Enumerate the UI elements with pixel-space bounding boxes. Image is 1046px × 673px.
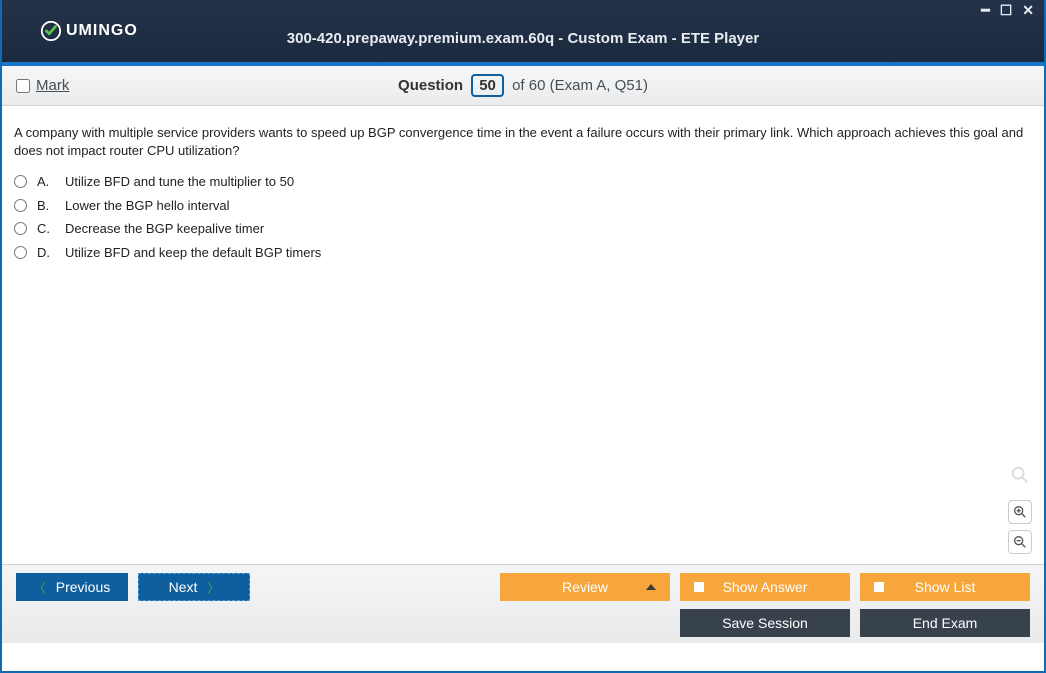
mark-checkbox-wrap[interactable]: Mark [16,77,69,94]
show-list-label: Show List [915,579,976,595]
square-icon [694,582,704,592]
answer-option[interactable]: D. Utilize BFD and keep the default BGP … [14,244,1032,262]
triangle-up-icon [646,584,656,590]
question-bar: Mark Question 50 of 60 (Exam A, Q51) [2,66,1044,106]
minimize-icon[interactable]: ━ [979,2,991,19]
answer-letter: A. [37,173,55,191]
answer-radio[interactable] [14,246,27,259]
chevron-right-icon: 〉 [207,579,219,596]
answer-text: Lower the BGP hello interval [65,197,230,215]
answer-option[interactable]: A. Utilize BFD and tune the multiplier t… [14,173,1032,191]
answer-text: Decrease the BGP keepalive timer [65,220,264,238]
search-icon[interactable] [1009,464,1031,494]
answer-text: Utilize BFD and tune the multiplier to 5… [65,173,294,191]
answer-option[interactable]: B. Lower the BGP hello interval [14,197,1032,215]
show-list-button[interactable]: Show List [860,573,1030,601]
previous-button[interactable]: 〈 Previous [16,573,128,601]
answer-letter: B. [37,197,55,215]
chevron-left-icon: 〈 [34,579,46,596]
question-indicator: Question 50 of 60 (Exam A, Q51) [2,74,1044,97]
answer-list: A. Utilize BFD and tune the multiplier t… [14,173,1032,261]
previous-label: Previous [56,579,110,595]
zoom-out-button[interactable] [1008,530,1032,554]
answer-radio[interactable] [14,199,27,212]
question-content: A company with multiple service provider… [2,106,1044,564]
show-answer-button[interactable]: Show Answer [680,573,850,601]
answer-text: Utilize BFD and keep the default BGP tim… [65,244,321,262]
question-label: Question [398,77,463,94]
question-text: A company with multiple service provider… [14,124,1032,159]
mark-label[interactable]: Mark [36,77,69,94]
question-number: 50 [471,74,504,97]
save-session-label: Save Session [722,615,808,631]
zoom-controls [1008,464,1032,554]
close-icon[interactable]: ✕ [1020,2,1036,19]
answer-radio[interactable] [14,222,27,235]
square-icon [874,582,884,592]
window-title: 300-420.prepaway.premium.exam.60q - Cust… [2,30,1044,47]
next-label: Next [169,579,198,595]
save-session-button[interactable]: Save Session [680,609,850,637]
next-button[interactable]: Next 〉 [138,573,250,601]
show-answer-label: Show Answer [723,579,808,595]
answer-letter: C. [37,220,55,238]
bottom-bar: 〈 Previous Next 〉 Review Show Answer Sho… [2,564,1044,643]
mark-checkbox[interactable] [16,79,30,93]
window-controls: ━ ☐ ✕ [979,2,1036,19]
question-of-text: of 60 (Exam A, Q51) [508,77,648,94]
zoom-in-button[interactable] [1008,500,1032,524]
review-label: Review [562,579,608,595]
answer-radio[interactable] [14,175,27,188]
answer-option[interactable]: C. Decrease the BGP keepalive timer [14,220,1032,238]
end-exam-label: End Exam [913,615,978,631]
review-button[interactable]: Review [500,573,670,601]
answer-letter: D. [37,244,55,262]
titlebar: UMINGO 300-420.prepaway.premium.exam.60q… [2,0,1044,62]
end-exam-button[interactable]: End Exam [860,609,1030,637]
maximize-icon[interactable]: ☐ [998,2,1015,19]
